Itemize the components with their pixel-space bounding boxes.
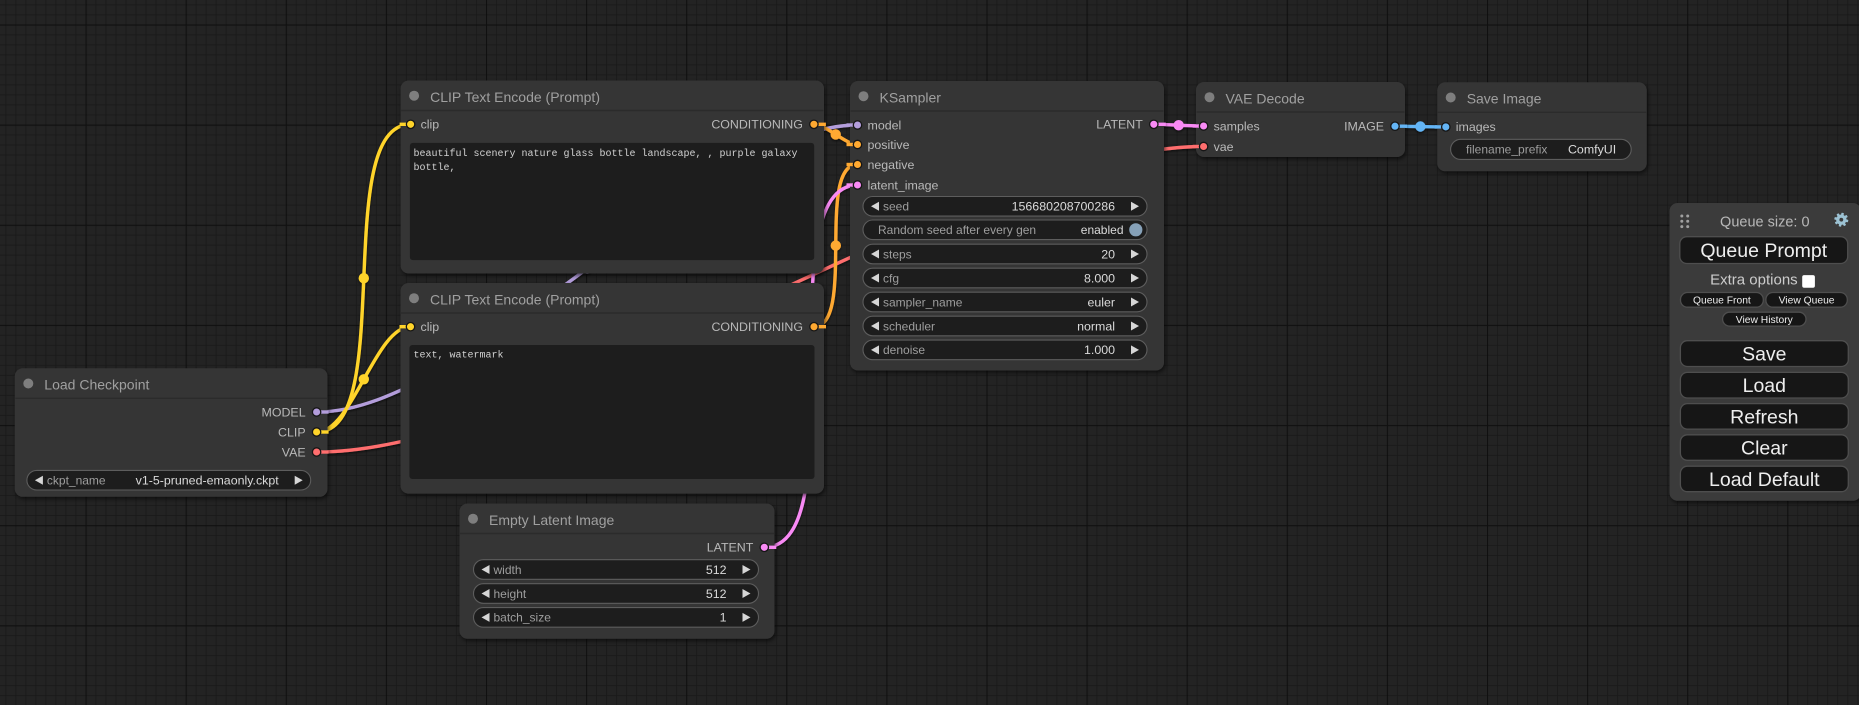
- svg-text:filename_prefix: filename_prefix: [1466, 143, 1547, 157]
- svg-text:CLIP: CLIP: [278, 425, 306, 439]
- svg-text:Save Image: Save Image: [1467, 91, 1542, 107]
- svg-text:View Queue: View Queue: [1779, 296, 1835, 307]
- svg-text:CLIP Text Encode (Prompt): CLIP Text Encode (Prompt): [430, 291, 600, 307]
- svg-text:KSampler: KSampler: [880, 89, 942, 105]
- svg-text:latent_image: latent_image: [868, 178, 939, 192]
- svg-text:sampler_name: sampler_name: [883, 295, 963, 309]
- svg-text:positive: positive: [868, 138, 910, 152]
- svg-text:Clear: Clear: [1741, 438, 1788, 460]
- svg-text:steps: steps: [883, 247, 912, 261]
- svg-text:8.000: 8.000: [1084, 271, 1115, 285]
- svg-text:Refresh: Refresh: [1730, 406, 1798, 428]
- svg-text:CONDITIONING: CONDITIONING: [711, 320, 803, 334]
- svg-text:v1-5-pruned-emaonly.ckpt: v1-5-pruned-emaonly.ckpt: [136, 474, 280, 488]
- svg-text:samples: samples: [1214, 119, 1260, 133]
- svg-text:LATENT: LATENT: [707, 541, 754, 555]
- svg-text:Queue Prompt: Queue Prompt: [1700, 240, 1827, 262]
- svg-text:euler: euler: [1087, 295, 1115, 309]
- svg-text:20: 20: [1101, 247, 1115, 261]
- svg-text:IMAGE: IMAGE: [1344, 120, 1384, 134]
- svg-text:512: 512: [706, 563, 727, 577]
- svg-text:bottle,: bottle,: [414, 162, 456, 174]
- svg-text:Queue size: 0: Queue size: 0: [1720, 215, 1809, 231]
- svg-text:beautiful scenery nature glass: beautiful scenery nature glass bottle la…: [414, 148, 798, 160]
- svg-text:vae: vae: [1214, 140, 1234, 154]
- svg-text:denoise: denoise: [883, 343, 925, 357]
- svg-text:1.000: 1.000: [1084, 343, 1115, 357]
- svg-text:ComfyUI: ComfyUI: [1568, 143, 1616, 157]
- svg-text:CLIP Text Encode (Prompt): CLIP Text Encode (Prompt): [430, 89, 600, 105]
- svg-text:1: 1: [720, 611, 727, 625]
- svg-text:Queue Front: Queue Front: [1693, 296, 1751, 307]
- svg-text:height: height: [494, 587, 527, 601]
- svg-text:Extra options: Extra options: [1710, 271, 1798, 288]
- svg-text:VAE: VAE: [282, 445, 306, 459]
- svg-text:scheduler: scheduler: [883, 319, 935, 333]
- svg-text:156680208700286: 156680208700286: [1012, 200, 1115, 214]
- svg-text:enabled: enabled: [1081, 223, 1124, 237]
- svg-text:normal: normal: [1077, 319, 1115, 333]
- svg-text:Save: Save: [1742, 344, 1786, 366]
- svg-text:width: width: [493, 563, 522, 577]
- svg-text:Load: Load: [1743, 375, 1786, 397]
- svg-text:MODEL: MODEL: [262, 405, 306, 419]
- svg-text:clip: clip: [421, 320, 440, 334]
- svg-text:View History: View History: [1736, 315, 1794, 326]
- svg-text:images: images: [1456, 120, 1496, 134]
- svg-text:seed: seed: [883, 200, 909, 214]
- svg-text:CONDITIONING: CONDITIONING: [711, 118, 803, 132]
- svg-text:cfg: cfg: [883, 271, 899, 285]
- svg-text:batch_size: batch_size: [494, 611, 552, 625]
- svg-text:Load Checkpoint: Load Checkpoint: [44, 377, 149, 393]
- svg-text:LATENT: LATENT: [1096, 118, 1143, 132]
- svg-text:negative: negative: [868, 158, 915, 172]
- svg-text:text, watermark: text, watermark: [414, 349, 504, 361]
- svg-text:VAE Decode: VAE Decode: [1226, 90, 1305, 106]
- svg-text:Empty Latent Image: Empty Latent Image: [489, 512, 615, 528]
- svg-text:ckpt_name: ckpt_name: [47, 474, 106, 488]
- svg-text:Load Default: Load Default: [1709, 469, 1820, 491]
- svg-text:model: model: [868, 118, 902, 132]
- svg-text:clip: clip: [421, 118, 440, 132]
- svg-text:Random seed after every gen: Random seed after every gen: [878, 223, 1036, 237]
- svg-text:512: 512: [706, 587, 727, 601]
